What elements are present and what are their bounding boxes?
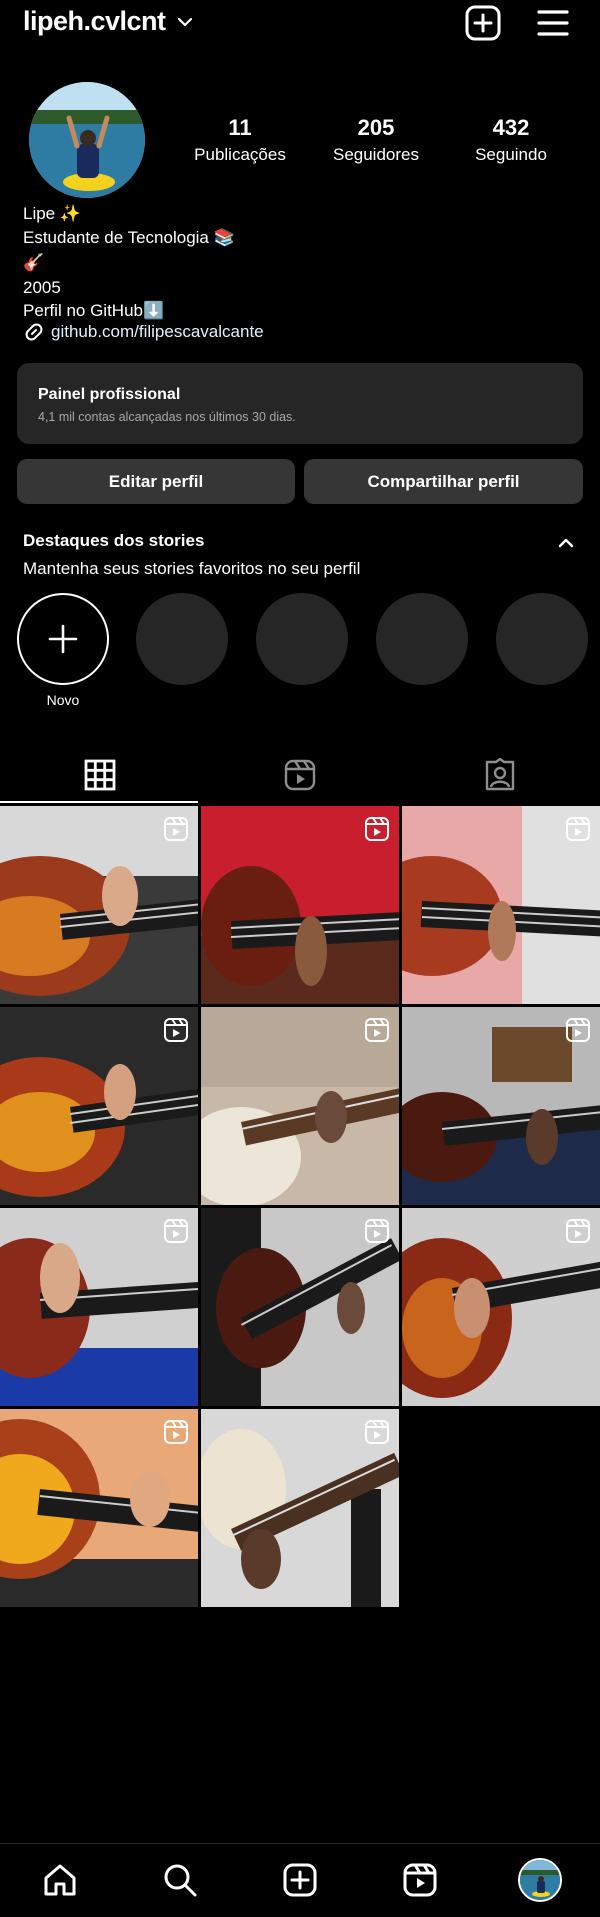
account-switcher[interactable]: lipeh.cvlcnt — [23, 6, 194, 37]
stat-posts[interactable]: 11 Publicações — [175, 115, 305, 165]
reel-icon — [365, 1018, 389, 1042]
stat-value: 205 — [357, 115, 395, 140]
grid-post[interactable] — [201, 1208, 399, 1406]
tagged-icon — [485, 758, 515, 791]
reel-icon — [566, 817, 590, 841]
bio-link[interactable]: github.com/filipescavalcante — [23, 321, 264, 343]
menu-icon[interactable] — [534, 4, 572, 42]
grid-post[interactable] — [201, 806, 399, 1004]
tab-reels[interactable] — [200, 747, 400, 803]
highlight-placeholder — [376, 593, 468, 685]
stat-label: Publicações — [194, 145, 286, 164]
nav-create[interactable] — [278, 1858, 322, 1902]
highlight-placeholder — [496, 593, 588, 685]
reel-icon — [164, 1018, 188, 1042]
tab-tagged[interactable] — [400, 747, 600, 803]
grid-post[interactable] — [0, 1007, 198, 1205]
dashboard-subtitle: 4,1 mil contas alcançadas nos últimos 30… — [38, 410, 296, 424]
grid-post[interactable] — [0, 806, 198, 1004]
grid-icon — [84, 759, 116, 791]
stat-value: 432 — [492, 115, 530, 140]
nav-reels[interactable] — [398, 1858, 442, 1902]
plus-icon — [48, 624, 78, 654]
home-icon — [44, 1864, 76, 1896]
grid-post[interactable] — [0, 1409, 198, 1607]
nav-home[interactable] — [38, 1858, 82, 1902]
reel-icon — [365, 1420, 389, 1444]
highlight-placeholder — [136, 593, 228, 685]
highlights-subtitle: Mantenha seus stories favoritos no seu p… — [23, 559, 361, 578]
grid-post[interactable] — [402, 1007, 600, 1205]
search-icon — [164, 1864, 197, 1897]
reel-icon — [566, 1219, 590, 1243]
nav-profile[interactable] — [518, 1858, 562, 1902]
grid-post[interactable] — [402, 806, 600, 1004]
link-text: github.com/filipescavalcante — [51, 322, 264, 341]
highlight-placeholder — [256, 593, 348, 685]
bio-name: Lipe ✨ — [23, 204, 82, 223]
profile-avatar — [518, 1858, 562, 1902]
reel-icon — [164, 817, 188, 841]
stat-label: Seguidores — [332, 145, 419, 164]
dashboard-title: Painel profissional — [38, 386, 181, 403]
new-highlight-button[interactable] — [17, 593, 109, 685]
reel-icon — [164, 1420, 188, 1444]
bio-line: Perfil no GitHub⬇️ — [23, 301, 165, 320]
share-profile-button[interactable]: Compartilhar perfil — [304, 459, 583, 504]
create-icon — [283, 1863, 317, 1897]
stat-following[interactable]: 432 Seguindo — [446, 115, 576, 165]
bio-line: 2005 — [23, 278, 61, 297]
reel-icon — [566, 1018, 590, 1042]
stat-followers[interactable]: 205 Seguidores — [311, 115, 441, 165]
bottom-nav — [0, 1843, 600, 1917]
grid-post[interactable] — [201, 1007, 399, 1205]
tab-posts-grid[interactable] — [0, 747, 200, 803]
top-bar: lipeh.cvlcnt — [0, 0, 600, 50]
chevron-down-icon — [177, 17, 192, 26]
reel-icon — [365, 1219, 389, 1243]
bio-line: 🎸 — [23, 253, 45, 272]
professional-dashboard[interactable]: Painel profissional 4,1 mil contas alcan… — [17, 363, 583, 444]
highlights-title: Destaques dos stories — [23, 531, 205, 550]
grid-post[interactable] — [402, 1208, 600, 1406]
reel-icon — [164, 1219, 188, 1243]
link-icon — [25, 323, 43, 341]
reels-icon — [403, 1863, 437, 1897]
chevron-up-icon[interactable] — [556, 533, 576, 553]
nav-search[interactable] — [158, 1858, 202, 1902]
grid-post[interactable] — [0, 1208, 198, 1406]
profile-avatar[interactable] — [29, 82, 145, 198]
edit-profile-button[interactable]: Editar perfil — [17, 459, 295, 504]
grid-post[interactable] — [201, 1409, 399, 1607]
reels-icon — [284, 759, 316, 791]
bio-line: Estudante de Tecnologia 📚 — [23, 228, 235, 247]
stat-value: 11 — [228, 115, 252, 140]
reel-icon — [365, 817, 389, 841]
new-post-icon[interactable] — [464, 4, 502, 42]
stat-label: Seguindo — [475, 145, 547, 164]
new-highlight-label: Novo — [46, 692, 80, 708]
username: lipeh.cvlcnt — [23, 6, 166, 36]
active-tab-indicator — [0, 801, 198, 803]
